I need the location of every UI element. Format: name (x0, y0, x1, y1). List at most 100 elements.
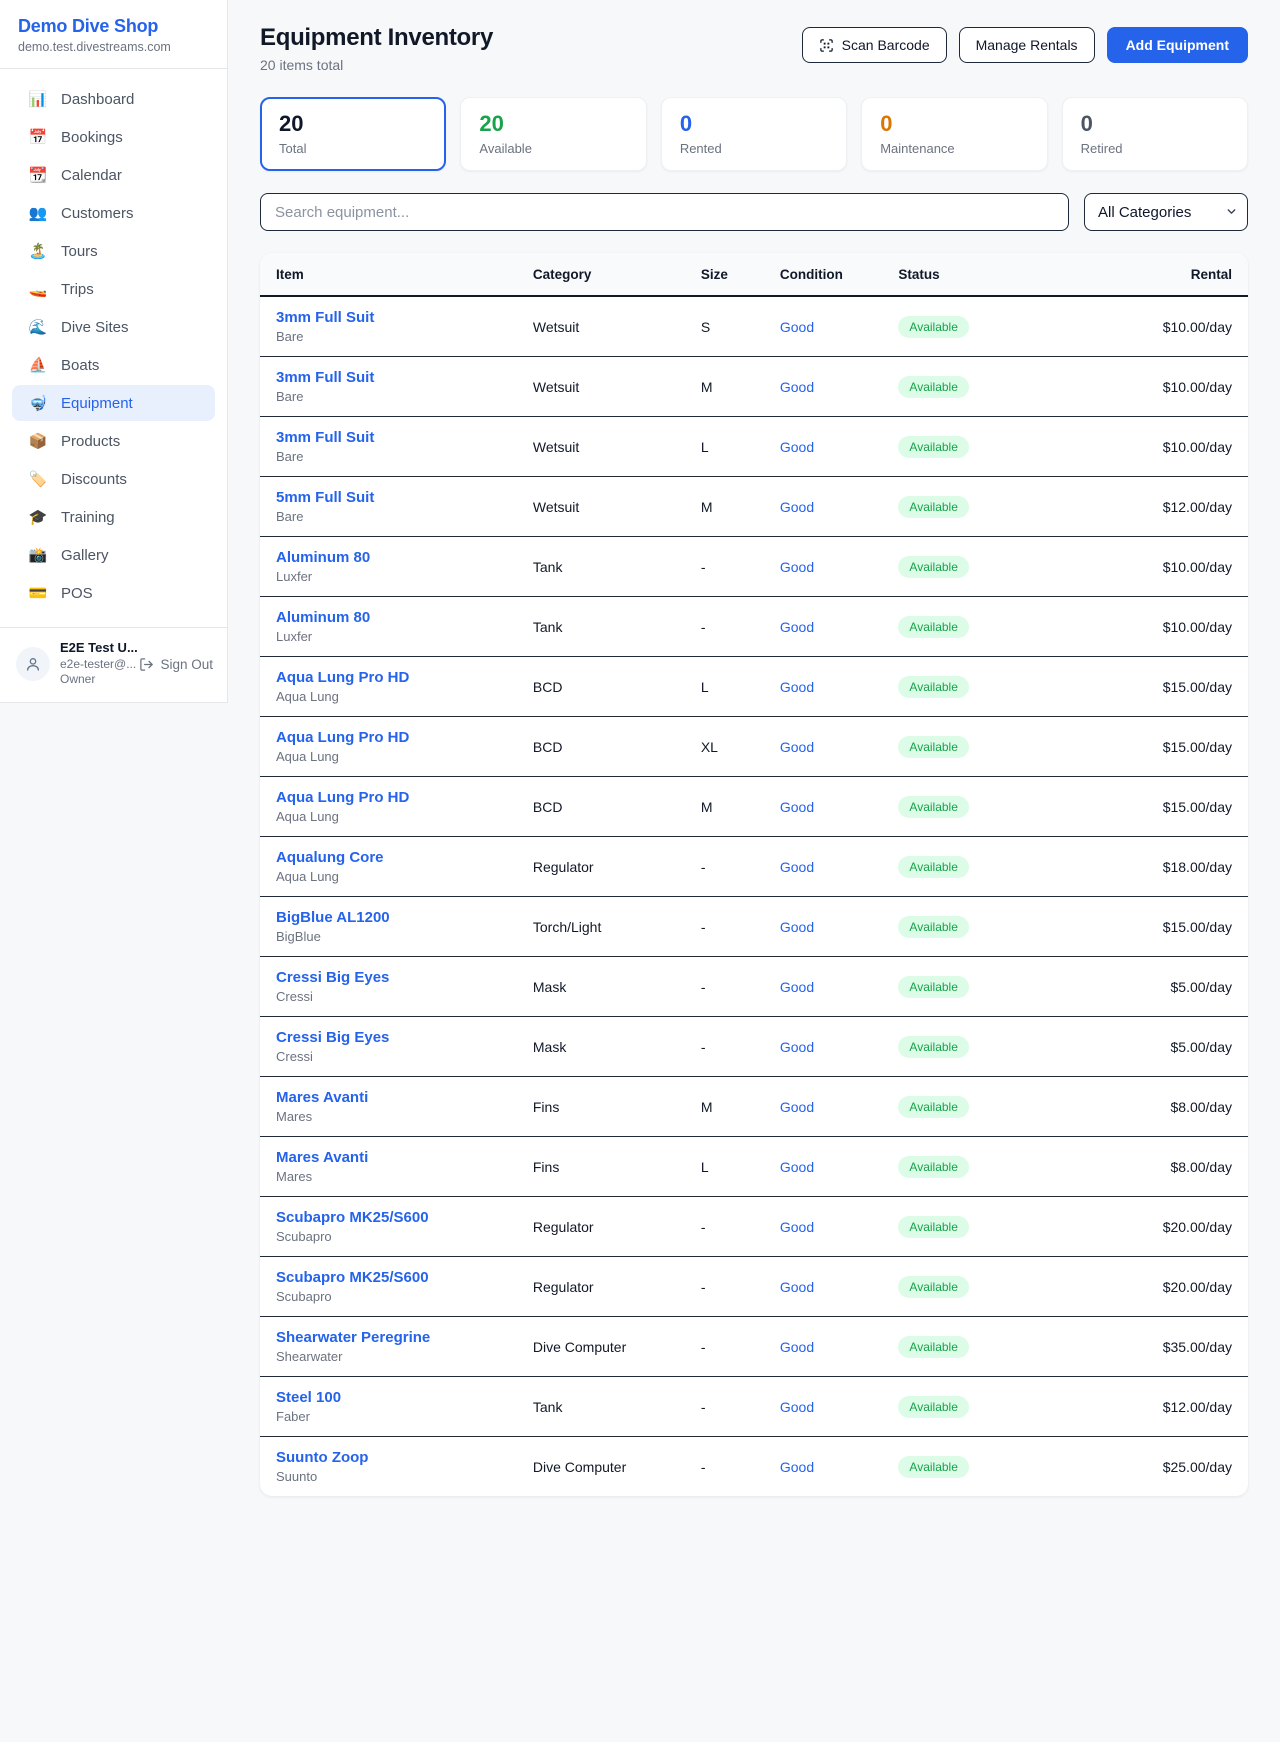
gallery-icon: 📸 (28, 546, 48, 564)
stat-card-rented[interactable]: 0Rented (661, 97, 847, 171)
item-link[interactable]: BigBlue AL1200 (276, 909, 501, 926)
condition-cell: Good (764, 597, 883, 657)
item-link[interactable]: Aqualung Core (276, 849, 501, 866)
item-link[interactable]: 3mm Full Suit (276, 429, 501, 446)
sidebar-item-dive-sites[interactable]: 🌊Dive Sites (12, 309, 215, 345)
search-input[interactable] (260, 193, 1069, 231)
sidebar-item-products[interactable]: 📦Products (12, 423, 215, 459)
item-link[interactable]: Shearwater Peregrine (276, 1329, 501, 1346)
item-brand: Bare (276, 449, 501, 464)
category-cell: Fins (517, 1137, 685, 1197)
condition-link[interactable]: Good (780, 919, 814, 935)
item-cell: Scubapro MK25/S600Scubapro (260, 1197, 517, 1257)
condition-link[interactable]: Good (780, 1159, 814, 1175)
sign-out-label: Sign Out (160, 657, 213, 672)
category-select[interactable]: All Categories (1084, 193, 1248, 231)
condition-link[interactable]: Good (780, 379, 814, 395)
status-cell: Available (882, 477, 1070, 537)
stat-card-maintenance[interactable]: 0Maintenance (861, 97, 1047, 171)
item-link[interactable]: 5mm Full Suit (276, 489, 501, 506)
add-equipment-label: Add Equipment (1126, 37, 1229, 53)
sidebar-item-trips[interactable]: 🚤Trips (12, 271, 215, 307)
item-link[interactable]: Suunto Zoop (276, 1449, 501, 1466)
condition-link[interactable]: Good (780, 1399, 814, 1415)
item-link[interactable]: Scubapro MK25/S600 (276, 1209, 501, 1226)
sidebar-item-dashboard[interactable]: 📊Dashboard (12, 81, 215, 117)
stat-card-available[interactable]: 20Available (460, 97, 646, 171)
user-info: E2E Test U... e2e-tester@... Owner (60, 640, 129, 688)
condition-link[interactable]: Good (780, 319, 814, 335)
item-link[interactable]: Mares Avanti (276, 1149, 501, 1166)
status-cell: Available (882, 1137, 1070, 1197)
sidebar-item-customers[interactable]: 👥Customers (12, 195, 215, 231)
item-brand: Luxfer (276, 569, 501, 584)
item-link[interactable]: 3mm Full Suit (276, 309, 501, 326)
main-content: Equipment Inventory 20 items total Scan … (228, 0, 1280, 1536)
condition-cell: Good (764, 837, 883, 897)
item-cell: Suunto ZoopSuunto (260, 1437, 517, 1497)
stat-card-total[interactable]: 20Total (260, 97, 446, 171)
item-brand: Aqua Lung (276, 809, 501, 824)
products-icon: 📦 (28, 432, 48, 450)
condition-link[interactable]: Good (780, 739, 814, 755)
sidebar-item-discounts[interactable]: 🏷️Discounts (12, 461, 215, 497)
table-row: 3mm Full SuitBareWetsuitMGoodAvailable$1… (260, 357, 1248, 417)
rental-cell: $5.00/day (1070, 957, 1248, 1017)
status-badge: Available (898, 976, 968, 998)
avatar (16, 647, 50, 681)
scan-barcode-button[interactable]: Scan Barcode (802, 27, 947, 63)
condition-link[interactable]: Good (780, 1459, 814, 1475)
item-link[interactable]: Scubapro MK25/S600 (276, 1269, 501, 1286)
condition-link[interactable]: Good (780, 1219, 814, 1235)
sidebar-item-training[interactable]: 🎓Training (12, 499, 215, 535)
add-equipment-button[interactable]: Add Equipment (1107, 27, 1248, 63)
item-link[interactable]: Steel 100 (276, 1389, 501, 1406)
condition-link[interactable]: Good (780, 979, 814, 995)
item-link[interactable]: Aqua Lung Pro HD (276, 789, 501, 806)
item-link[interactable]: Mares Avanti (276, 1089, 501, 1106)
item-link[interactable]: Aluminum 80 (276, 549, 501, 566)
condition-link[interactable]: Good (780, 799, 814, 815)
sidebar-item-tours[interactable]: 🏝️Tours (12, 233, 215, 269)
size-cell: - (685, 1197, 764, 1257)
item-brand: Cressi (276, 1049, 501, 1064)
item-brand: BigBlue (276, 929, 501, 944)
condition-link[interactable]: Good (780, 1339, 814, 1355)
item-link[interactable]: 3mm Full Suit (276, 369, 501, 386)
item-link[interactable]: Cressi Big Eyes (276, 969, 501, 986)
item-link[interactable]: Aqua Lung Pro HD (276, 669, 501, 686)
item-link[interactable]: Aluminum 80 (276, 609, 501, 626)
rental-cell: $15.00/day (1070, 897, 1248, 957)
stat-card-retired[interactable]: 0Retired (1062, 97, 1248, 171)
size-cell: M (685, 357, 764, 417)
sidebar-item-pos[interactable]: 💳POS (12, 575, 215, 611)
sidebar-item-boats[interactable]: ⛵Boats (12, 347, 215, 383)
stat-value: 20 (479, 111, 627, 136)
category-cell: Wetsuit (517, 296, 685, 357)
status-cell: Available (882, 1437, 1070, 1497)
status-cell: Available (882, 837, 1070, 897)
sidebar-item-gallery[interactable]: 📸Gallery (12, 537, 215, 573)
sidebar-item-equipment[interactable]: 🤿Equipment (12, 385, 215, 421)
condition-link[interactable]: Good (780, 859, 814, 875)
sidebar-item-bookings[interactable]: 📅Bookings (12, 119, 215, 155)
condition-link[interactable]: Good (780, 1039, 814, 1055)
condition-link[interactable]: Good (780, 439, 814, 455)
item-cell: Steel 100Faber (260, 1377, 517, 1437)
condition-link[interactable]: Good (780, 1279, 814, 1295)
condition-link[interactable]: Good (780, 679, 814, 695)
item-link[interactable]: Cressi Big Eyes (276, 1029, 501, 1046)
condition-link[interactable]: Good (780, 559, 814, 575)
item-brand: Cressi (276, 989, 501, 1004)
rental-cell: $25.00/day (1070, 1437, 1248, 1497)
equipment-table: ItemCategorySizeConditionStatusRental 3m… (260, 253, 1248, 1496)
condition-link[interactable]: Good (780, 1099, 814, 1115)
condition-link[interactable]: Good (780, 619, 814, 635)
item-cell: Aqua Lung Pro HDAqua Lung (260, 657, 517, 717)
condition-cell: Good (764, 1017, 883, 1077)
sign-out-button[interactable]: Sign Out (139, 657, 213, 672)
condition-link[interactable]: Good (780, 499, 814, 515)
item-link[interactable]: Aqua Lung Pro HD (276, 729, 501, 746)
sidebar-item-calendar[interactable]: 📆Calendar (12, 157, 215, 193)
manage-rentals-button[interactable]: Manage Rentals (959, 27, 1095, 63)
